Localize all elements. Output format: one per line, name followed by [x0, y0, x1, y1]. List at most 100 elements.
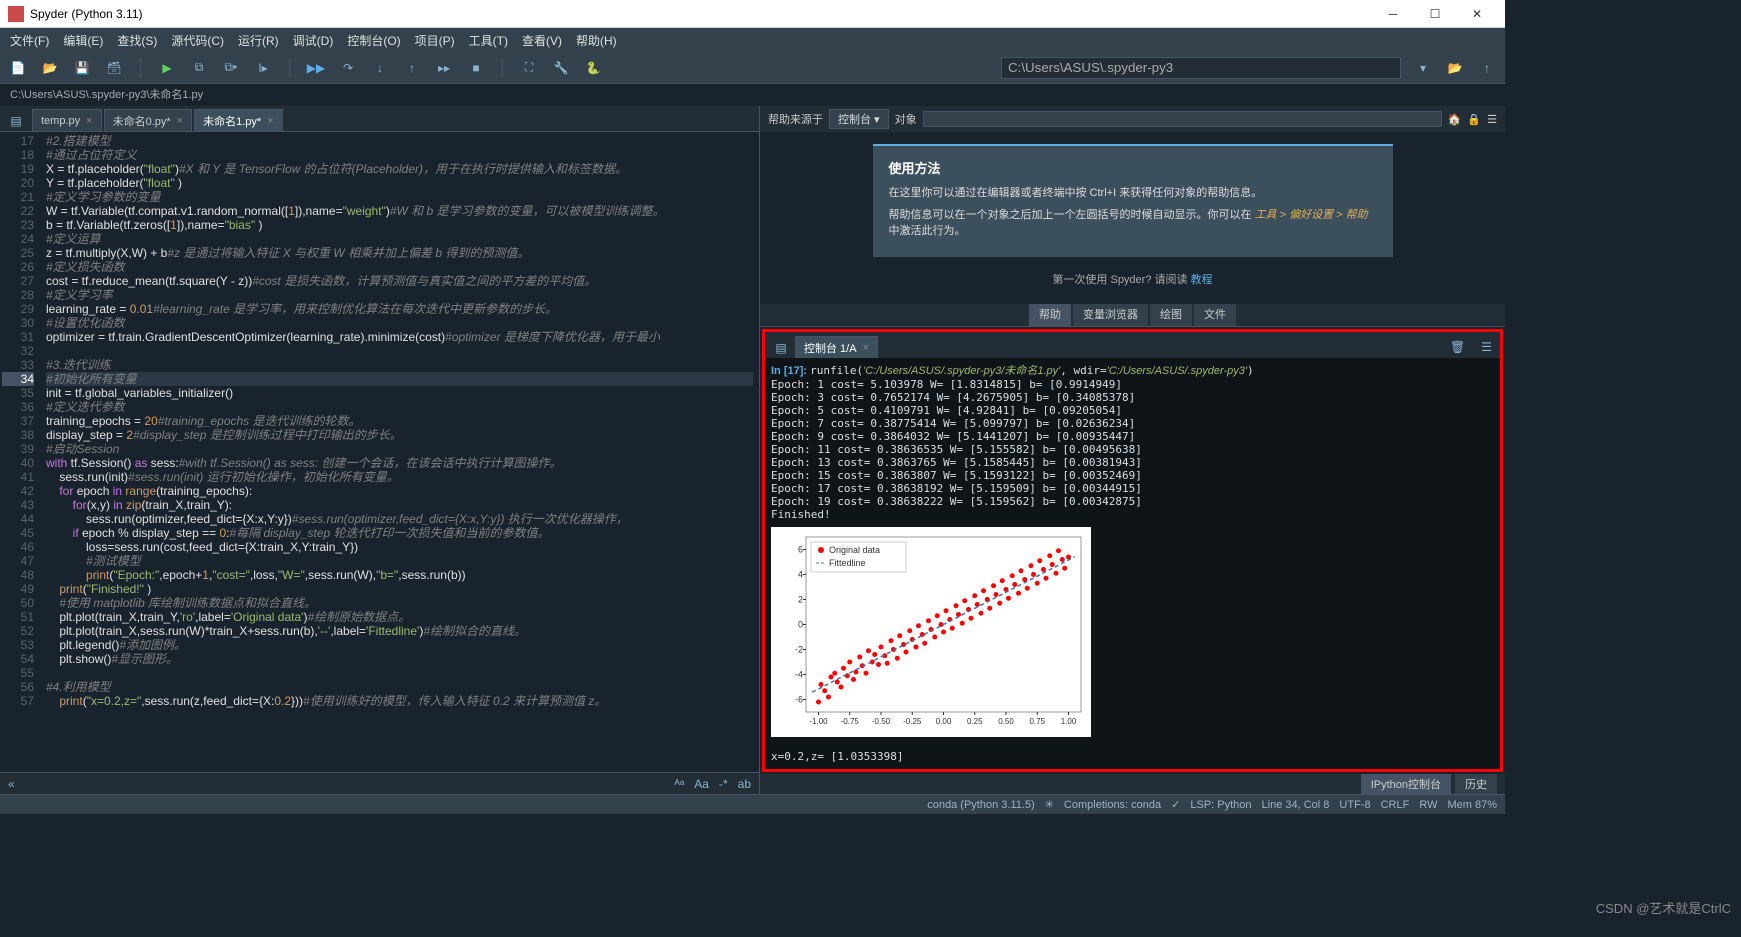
close-icon[interactable]: × — [86, 115, 92, 127]
console-tab[interactable]: 控制台 1/A × — [795, 336, 878, 358]
status-lsp: LSP: Python — [1190, 799, 1251, 811]
menu-item[interactable]: 查找(S) — [111, 30, 163, 51]
help-bottom-tab[interactable]: 绘图 — [1150, 304, 1192, 326]
help-title: 使用方法 — [889, 158, 1377, 177]
svg-text:-1.00: -1.00 — [809, 717, 828, 726]
console-tab-list-icon[interactable]: ▤ — [771, 338, 791, 358]
help-bottom-tab[interactable]: 文件 — [1194, 304, 1236, 326]
lock-icon[interactable]: 🔒 — [1467, 113, 1481, 126]
svg-text:2: 2 — [798, 595, 803, 605]
menu-item[interactable]: 文件(F) — [4, 30, 55, 51]
svg-text:0: 0 — [798, 620, 803, 630]
word-icon[interactable]: ab — [738, 777, 751, 791]
scroll-left-icon[interactable]: « — [8, 777, 15, 791]
titlebar: Spyder (Python 3.11) ─ ☐ ✕ — [0, 0, 1505, 28]
minimize-button[interactable]: ─ — [1373, 2, 1413, 26]
close-icon[interactable]: × — [177, 115, 183, 127]
continue-icon[interactable]: ▸▸ — [434, 58, 454, 78]
editor-tab[interactable]: temp.py× — [32, 109, 102, 131]
case-icon[interactable]: ᴬᵃ — [674, 777, 684, 791]
menu-item[interactable]: 源代码(C) — [165, 30, 230, 51]
run-icon[interactable]: ▶ — [157, 58, 177, 78]
svg-text:6: 6 — [798, 545, 803, 555]
svg-text:-0.75: -0.75 — [841, 717, 860, 726]
svg-text:-0.50: -0.50 — [872, 717, 891, 726]
parent-dir-icon[interactable]: ↑ — [1477, 58, 1497, 78]
max-pane-icon[interactable]: ⛶ — [519, 58, 539, 78]
close-icon[interactable]: × — [267, 115, 273, 127]
regex-icon[interactable]: -* — [719, 777, 728, 791]
svg-text:1.00: 1.00 — [1061, 717, 1077, 726]
app-icon — [8, 6, 24, 22]
step-out-icon[interactable]: ↑ — [402, 58, 422, 78]
footer-tab[interactable]: IPython控制台 — [1361, 774, 1451, 794]
menu-item[interactable]: 帮助(H) — [570, 30, 623, 51]
breadcrumb: C:\Users\ASUS\.spyder-py3\未命名1.py — [0, 84, 1505, 106]
python-path-icon[interactable]: 🐍 — [583, 58, 603, 78]
console-footer-tabs: IPython控制台历史 — [760, 774, 1505, 794]
status-eol: CRLF — [1381, 799, 1410, 811]
menu-item[interactable]: 调试(D) — [287, 30, 340, 51]
help-bottom-tab[interactable]: 帮助 — [1029, 304, 1071, 326]
step-over-icon[interactable]: ↷ — [338, 58, 358, 78]
matplotlib-plot: -6-4-20246-1.00-0.75-0.50-0.250.000.250.… — [771, 527, 1091, 737]
new-file-icon[interactable]: 📄 — [8, 58, 28, 78]
dropdown-icon[interactable]: ▾ — [1413, 58, 1433, 78]
run-cell-icon[interactable]: ⧉ — [189, 58, 209, 78]
working-dir-input[interactable] — [1001, 57, 1401, 79]
svg-text:0.50: 0.50 — [998, 717, 1014, 726]
editor-tab[interactable]: 未命名0.py*× — [104, 109, 193, 131]
spinner-icon: ✳ — [1045, 798, 1054, 811]
code-editor[interactable]: 1718192021222324252627282930313233343536… — [0, 132, 759, 772]
run-selection-icon[interactable]: I▸ — [253, 58, 273, 78]
menubar: 文件(F)编辑(E)查找(S)源代码(C)运行(R)调试(D)控制台(O)项目(… — [0, 28, 1505, 52]
maximize-button[interactable]: ☐ — [1415, 2, 1455, 26]
save-icon[interactable]: 💾 — [72, 58, 92, 78]
toolbar: 📄 📂 💾 🗃 ▶ ⧉ ⧉▸ I▸ ▶▶ ↷ ↓ ↑ ▸▸ ■ ⛶ 🔧 🐍 ▾ … — [0, 52, 1505, 84]
help-object-input[interactable] — [923, 111, 1442, 127]
status-rw: RW — [1419, 799, 1437, 811]
editor-tab[interactable]: 未命名1.py*× — [194, 109, 283, 131]
close-button[interactable]: ✕ — [1457, 2, 1497, 26]
trash-icon[interactable]: 🗑 — [1442, 336, 1473, 358]
debug-icon[interactable]: ▶▶ — [306, 58, 326, 78]
menu-item[interactable]: 编辑(E) — [57, 30, 109, 51]
console-pane: ▤ 控制台 1/A × 🗑 ☰ In [17]: runfile('C:/Use… — [762, 329, 1503, 772]
editor-footer-toolbar: « ᴬᵃ Aa -* ab — [0, 772, 759, 794]
help-source-combo[interactable]: 控制台 ▾ — [829, 109, 889, 129]
close-icon[interactable]: × — [863, 342, 869, 354]
statusbar: conda (Python 3.11.5) ✳ Completions: con… — [0, 794, 1505, 814]
help-p1: 在这里你可以通过在编辑器或者终端中按 Ctrl+I 来获得任何对象的帮助信息。 — [889, 185, 1377, 201]
console-output[interactable]: In [17]: runfile('C:/Users/ASUS/.spyder-… — [765, 358, 1500, 769]
run-cell-advance-icon[interactable]: ⧉▸ — [221, 58, 241, 78]
help-source-label: 帮助来源于 — [768, 111, 823, 127]
help-p2: 帮助信息可以在一个对象之后加上一个左圆括号的时候自动显示。你可以在 工具 > 偏… — [889, 207, 1377, 239]
tab-list-icon[interactable]: ▤ — [6, 111, 26, 131]
stop-debug-icon[interactable]: ■ — [466, 58, 486, 78]
footer-tab[interactable]: 历史 — [1455, 774, 1497, 794]
svg-text:-2: -2 — [795, 645, 803, 655]
menu-icon[interactable]: ☰ — [1487, 113, 1497, 126]
window-title: Spyder (Python 3.11) — [30, 7, 143, 21]
menu-item[interactable]: 查看(V) — [516, 30, 568, 51]
menu-item[interactable]: 工具(T) — [463, 30, 514, 51]
preferences-icon[interactable]: 🔧 — [551, 58, 571, 78]
tutorial-link[interactable]: 教程 — [1191, 274, 1213, 286]
help-bottom-tab[interactable]: 变量浏览器 — [1073, 304, 1148, 326]
open-folder-icon[interactable]: 📂 — [40, 58, 60, 78]
help-object-label: 对象 — [895, 111, 917, 127]
menu-item[interactable]: 控制台(O) — [341, 30, 406, 51]
svg-text:4: 4 — [798, 570, 803, 580]
home-icon[interactable]: 🏠 — [1448, 113, 1462, 126]
console-menu-icon[interactable]: ☰ — [1473, 336, 1500, 358]
svg-text:Original data: Original data — [829, 545, 880, 555]
check-icon: ✓ — [1171, 798, 1180, 811]
save-all-icon[interactable]: 🗃 — [104, 58, 124, 78]
font-icon[interactable]: Aa — [694, 777, 709, 791]
menu-item[interactable]: 项目(P) — [409, 30, 461, 51]
svg-text:-6: -6 — [795, 695, 803, 705]
status-encoding: UTF-8 — [1339, 799, 1370, 811]
browse-dir-icon[interactable]: 📂 — [1445, 58, 1465, 78]
step-into-icon[interactable]: ↓ — [370, 58, 390, 78]
menu-item[interactable]: 运行(R) — [232, 30, 285, 51]
